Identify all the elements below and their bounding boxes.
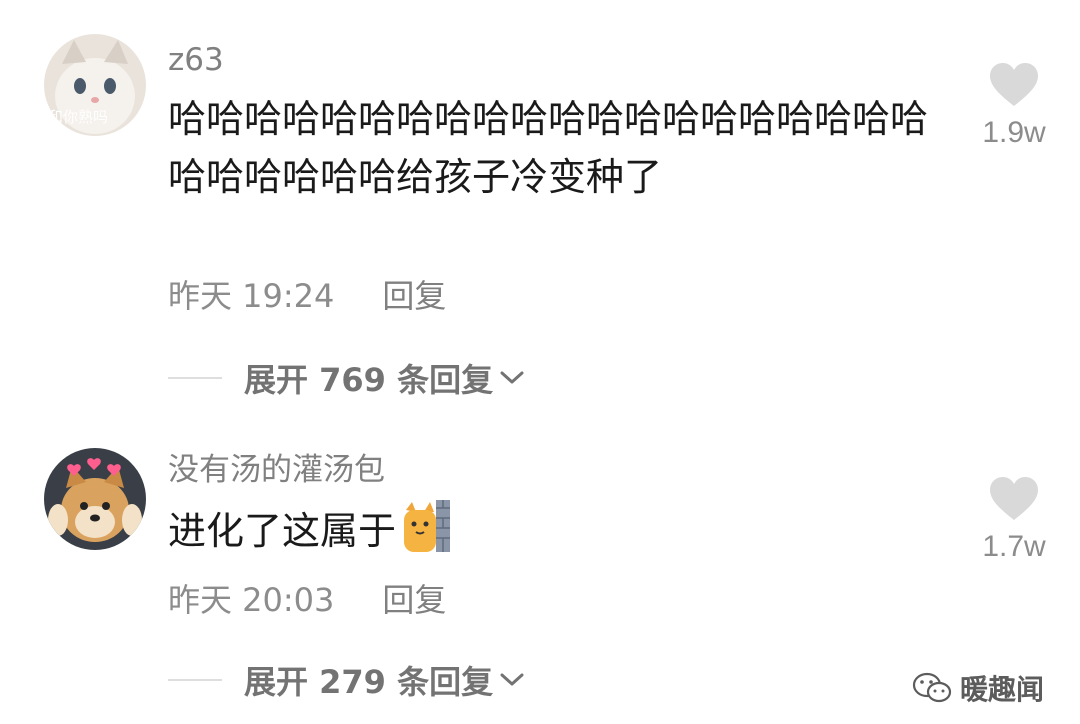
avatar[interactable] xyxy=(44,448,146,550)
reply-button[interactable]: 回复 xyxy=(382,277,446,315)
like-count: 1.9w xyxy=(982,116,1046,149)
svg-text:和你熟吗: 和你熟吗 xyxy=(48,108,108,126)
avatar[interactable]: 和你熟吗 xyxy=(44,34,146,136)
chevron-down-icon xyxy=(500,371,524,384)
username[interactable]: z63 xyxy=(168,40,224,80)
expand-replies-button[interactable]: 展开 769 条回复 xyxy=(168,356,525,400)
comment-date: 昨天 19:24 xyxy=(168,277,335,315)
heart-icon xyxy=(990,477,1038,520)
heart-icon xyxy=(990,63,1038,106)
watermark: 暖趣闻 xyxy=(912,668,1044,708)
shiba-dog-avatar-icon xyxy=(44,448,146,550)
expand-replies-label: 展开 769 条回复 xyxy=(244,361,494,399)
comment-date: 昨天 20:03 xyxy=(168,581,335,619)
chevron-down-icon xyxy=(500,673,524,686)
comment-text: 哈哈哈哈哈哈哈哈哈哈哈哈哈哈哈哈哈哈哈哈哈哈哈哈哈哈给孩子冷变种了 xyxy=(168,97,929,199)
expand-replies-label: 展开 279 条回复 xyxy=(244,663,494,701)
cat-meme-avatar-icon: 和你熟吗 xyxy=(44,34,146,136)
comment-text-content: 进化了这属于 xyxy=(168,509,397,553)
comment-text: 进化了这属于 xyxy=(168,500,928,568)
cat-at-wall-emoji-icon xyxy=(402,500,451,568)
expand-replies-button[interactable]: 展开 279 条回复 xyxy=(168,658,525,702)
like-button[interactable]: 1.9w xyxy=(972,62,1056,150)
reply-button[interactable]: 回复 xyxy=(382,581,446,619)
comment-meta: 昨天 20:03 回复 xyxy=(168,580,446,620)
divider-line xyxy=(168,377,222,379)
like-count: 1.7w xyxy=(982,530,1046,563)
wechat-icon xyxy=(912,672,952,703)
watermark-text: 暖趣闻 xyxy=(959,673,1044,706)
username[interactable]: 没有汤的灌汤包 xyxy=(168,450,385,490)
like-button[interactable]: 1.7w xyxy=(972,476,1056,564)
divider-line xyxy=(168,679,222,681)
comment-meta: 昨天 19:24 回复 xyxy=(168,276,446,316)
